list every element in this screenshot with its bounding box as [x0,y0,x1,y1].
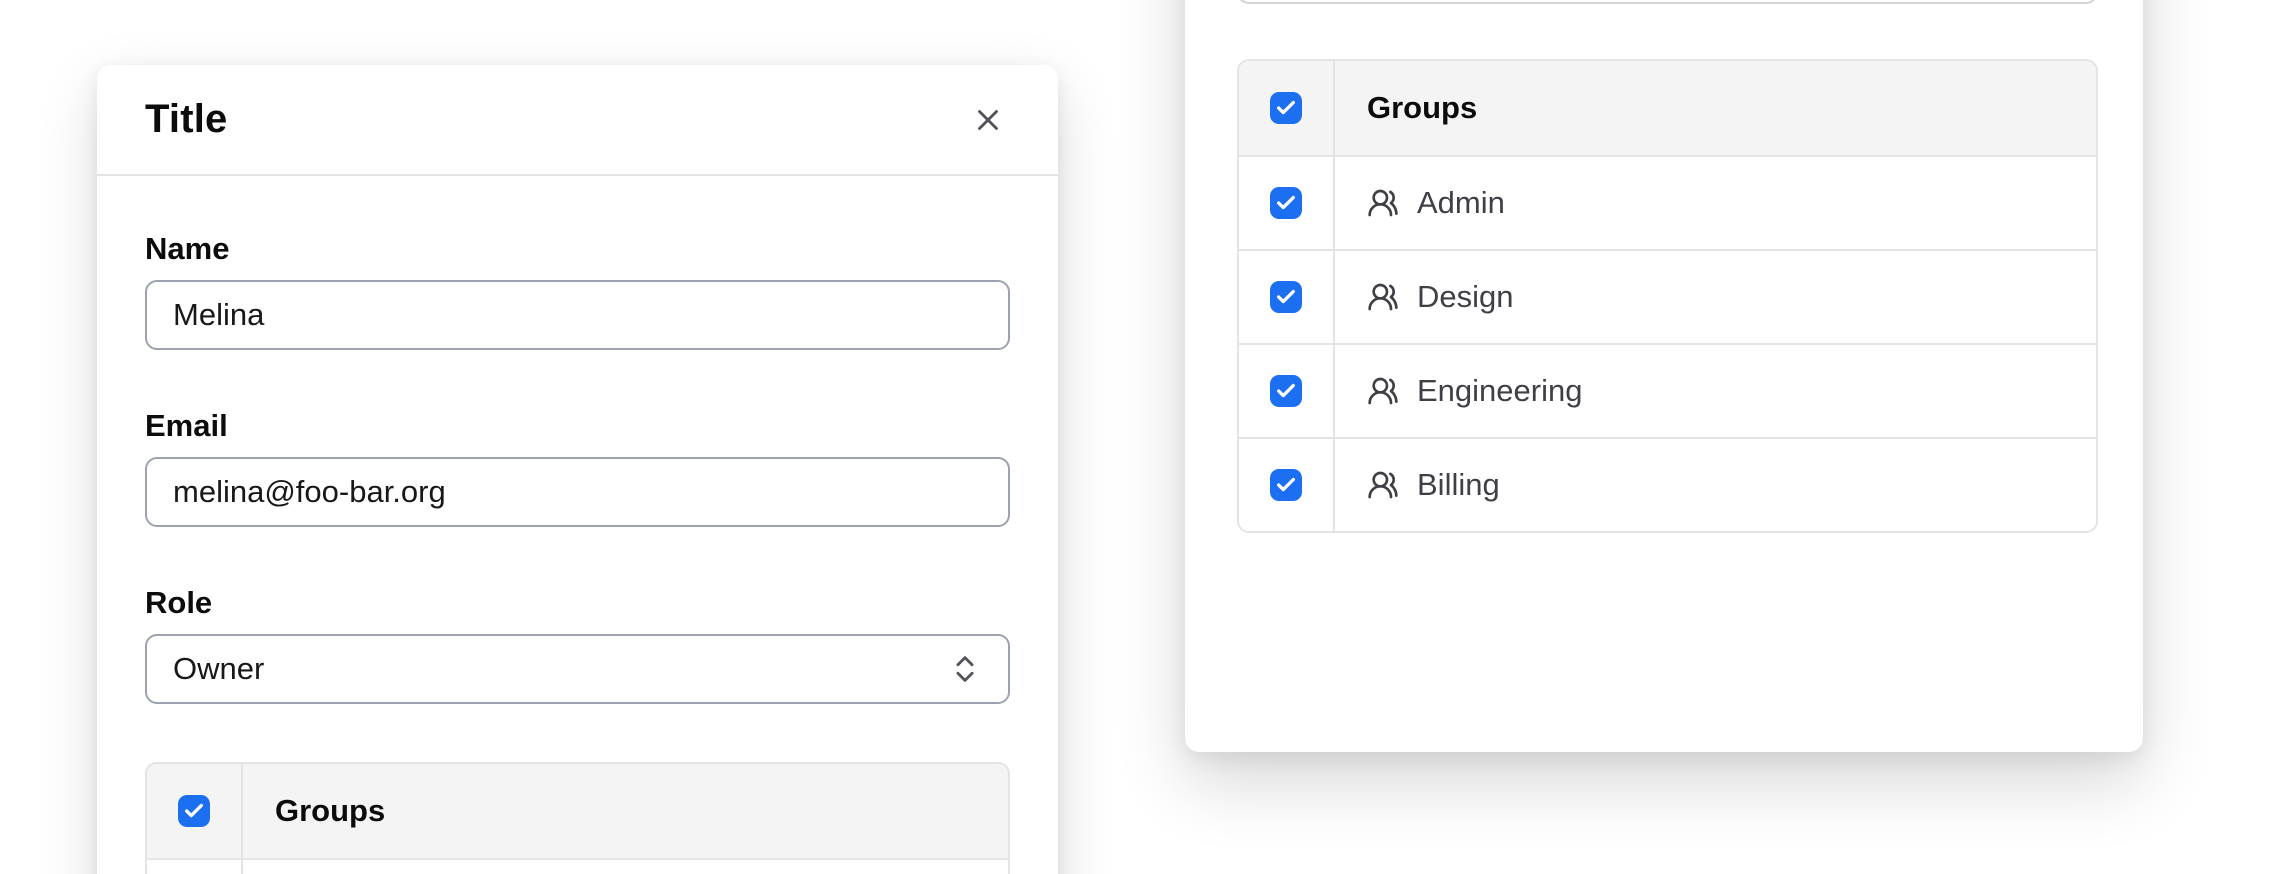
panel-header-checkbox[interactable] [1270,92,1302,124]
group-row-label: Billing [1417,467,1500,503]
row-checkbox[interactable] [1270,281,1302,313]
groups-panel: Groups Admin [1185,0,2143,752]
panel-header-checkbox-cell [1239,61,1335,155]
close-button[interactable] [966,98,1010,142]
group-row-design[interactable]: Design [1239,249,2096,343]
users-icon [1367,281,1399,313]
modal-row-checkbox-cell [147,860,243,874]
panel-groups-table-header-row: Groups [1239,61,2096,155]
modal-groups-table-header-row: Groups [147,764,1008,858]
chevrons-up-down-icon [948,652,982,686]
group-row-admin[interactable]: Admin [1239,155,2096,249]
group-row-billing[interactable]: Billing [1239,437,2096,531]
row-content: Billing [1335,439,2096,531]
row-checkbox[interactable] [1270,469,1302,501]
group-row-label: Admin [1417,185,1505,221]
email-label: Email [145,408,1010,444]
row-content: Engineering [1335,345,2096,437]
check-icon [1275,97,1297,119]
group-row-engineering[interactable]: Engineering [1239,343,2096,437]
row-checkbox-cell [1239,345,1335,437]
row-checkbox[interactable] [1270,187,1302,219]
row-checkbox-cell [1239,251,1335,343]
name-input[interactable] [145,280,1010,350]
modal-body: Name Email Role Owner Groups [97,176,1058,874]
modal-header-checkbox-cell [147,764,243,858]
panel-groups-table: Groups Admin [1237,59,2098,533]
check-icon [183,800,205,822]
row-content: Admin [1335,157,2096,249]
users-icon [1367,375,1399,407]
row-checkbox-cell [1239,439,1335,531]
modal-groups-header-label: Groups [243,764,1008,858]
check-icon [1275,192,1297,214]
group-row-label: Engineering [1417,373,1582,409]
clipped-input[interactable] [1237,0,2098,4]
panel-groups-header-label: Groups [1335,61,2096,155]
role-select-value: Owner [173,651,264,687]
check-icon [1275,286,1297,308]
group-row-label: Design [1417,279,1514,315]
email-input[interactable] [145,457,1010,527]
role-label: Role [145,585,1010,621]
row-checkbox-cell [1239,157,1335,249]
row-content: Design [1335,251,2096,343]
page-background: Title Name Email Role Owner [0,0,2276,874]
row-checkbox[interactable] [1270,375,1302,407]
modal-header: Title [97,65,1058,176]
modal-row-content [243,860,1008,874]
user-edit-modal: Title Name Email Role Owner [97,65,1058,874]
modal-title: Title [145,97,228,142]
users-icon [1367,187,1399,219]
users-icon [1367,469,1399,501]
name-label: Name [145,231,1010,267]
check-icon [1275,380,1297,402]
x-icon [971,103,1005,137]
modal-groups-table-row-stub[interactable] [147,858,1008,874]
role-select[interactable]: Owner [145,634,1010,704]
modal-groups-table: Groups [145,762,1010,874]
modal-header-checkbox[interactable] [178,795,210,827]
check-icon [1275,474,1297,496]
